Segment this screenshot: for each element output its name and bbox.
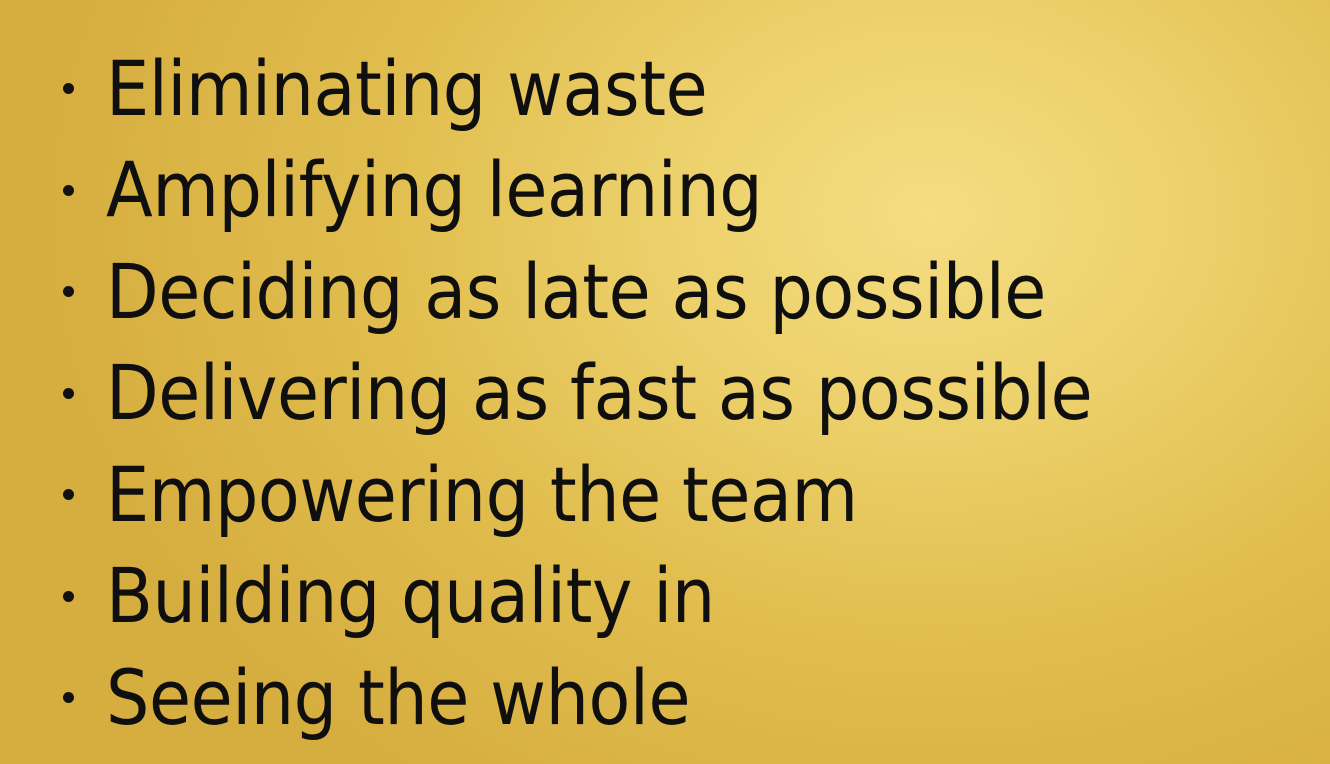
bullet-item: Delivering as fast as possible (58, 343, 1202, 445)
bullet-text: Eliminating waste (106, 43, 708, 133)
bullet-text: Seeing the whole (106, 652, 691, 742)
bullet-dot-icon (58, 185, 106, 196)
bullet-item: Deciding as late as possible (58, 241, 1202, 343)
bullet-item: Seeing the whole (58, 647, 1202, 749)
bullet-text: Amplifying learning (106, 145, 763, 235)
bullet-dot-icon (58, 83, 106, 94)
bullet-dot-icon (58, 591, 106, 602)
bullet-dot-icon (58, 388, 106, 399)
bullet-dot-icon (58, 489, 106, 500)
bullet-text: Deciding as late as possible (106, 246, 1046, 336)
bullet-item: Amplifying learning (58, 140, 1202, 242)
bullet-text: Delivering as fast as possible (106, 348, 1093, 438)
bullet-item: Building quality in (58, 546, 1202, 648)
bullet-dot-icon (58, 692, 106, 703)
bullet-text: Building quality in (106, 551, 715, 641)
bullet-item: Empowering the team (58, 444, 1202, 546)
bullet-item: Eliminating waste (58, 38, 1202, 140)
bullet-list: Eliminating waste Amplifying learning De… (58, 38, 1202, 749)
bullet-dot-icon (58, 286, 106, 297)
slide: Eliminating waste Amplifying learning De… (0, 0, 1330, 764)
bullet-text: Empowering the team (106, 449, 858, 539)
